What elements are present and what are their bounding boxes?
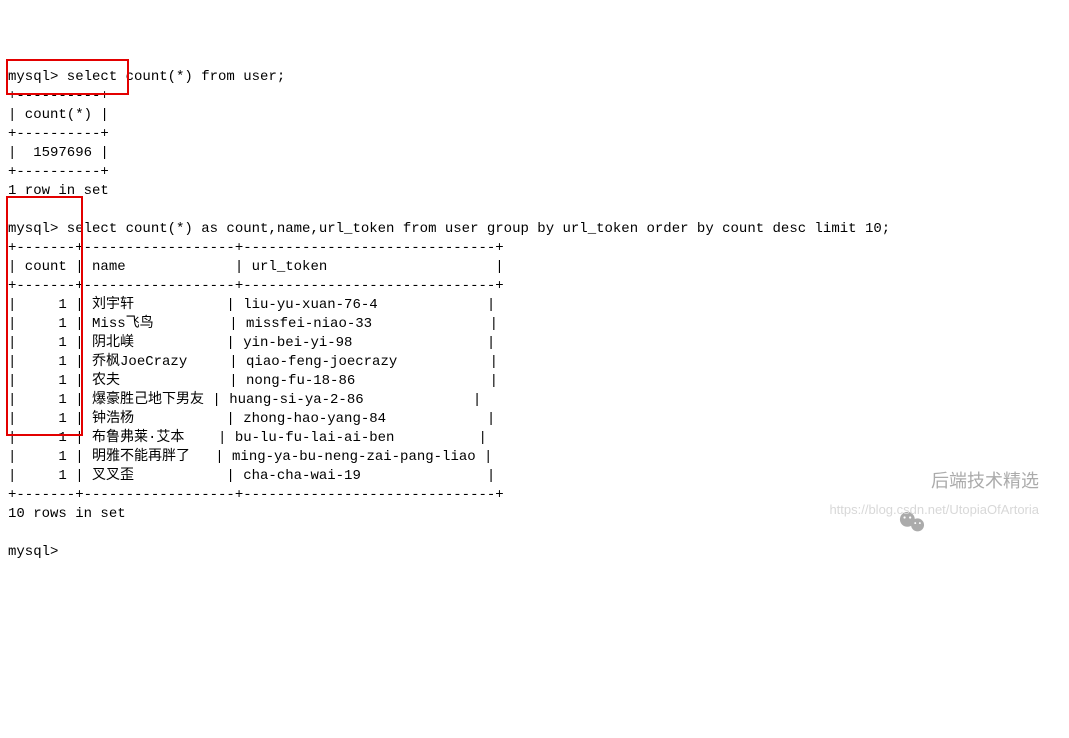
terminal-line: | 1 | 刘宇轩 | liu-yu-xuan-76-4 | bbox=[8, 296, 1061, 315]
terminal-line: mysql> bbox=[8, 543, 1061, 562]
terminal-line: +----------+ bbox=[8, 87, 1061, 106]
terminal-line: | 1 | 布鲁弗莱·艾本 | bu-lu-fu-lai-ai-ben | bbox=[8, 429, 1061, 448]
terminal-line: | 1597696 | bbox=[8, 144, 1061, 163]
terminal-line: | 1 | 明雅不能再胖了 | ming-ya-bu-neng-zai-pang… bbox=[8, 448, 1061, 467]
terminal-line: | count(*) | bbox=[8, 106, 1061, 125]
terminal-line: +----------+ bbox=[8, 163, 1061, 182]
watermark-url: https://blog.csdn.net/UtopiaOfArtoria bbox=[829, 502, 1039, 517]
terminal-line: | 1 | 乔枫JoeCrazy | qiao-feng-joecrazy | bbox=[8, 353, 1061, 372]
terminal-line: mysql> select count(*) as count,name,url… bbox=[8, 220, 1061, 239]
watermark: 后端技术精选 bbox=[899, 467, 1039, 493]
terminal-line: +----------+ bbox=[8, 125, 1061, 144]
wechat-icon bbox=[899, 469, 925, 491]
terminal-line: +-------+------------------+------------… bbox=[8, 239, 1061, 258]
terminal-line: mysql> select count(*) from user; bbox=[8, 68, 1061, 87]
terminal-line: | 1 | 爆豪胜己地下男友 | huang-si-ya-2-86 | bbox=[8, 391, 1061, 410]
terminal-line: +-------+------------------+------------… bbox=[8, 277, 1061, 296]
watermark-text: 后端技术精选 bbox=[931, 467, 1039, 493]
terminal-line bbox=[8, 201, 1061, 220]
terminal-line: 1 row in set bbox=[8, 182, 1061, 201]
terminal-line: | 1 | 钟浩杨 | zhong-hao-yang-84 | bbox=[8, 410, 1061, 429]
terminal-line: | 1 | Miss飞鸟 | missfei-niao-33 | bbox=[8, 315, 1061, 334]
terminal-line: | count | name | url_token | bbox=[8, 258, 1061, 277]
terminal-line: | 1 | 阴北嵄 | yin-bei-yi-98 | bbox=[8, 334, 1061, 353]
terminal-line: | 1 | 农夫 | nong-fu-18-86 | bbox=[8, 372, 1061, 391]
